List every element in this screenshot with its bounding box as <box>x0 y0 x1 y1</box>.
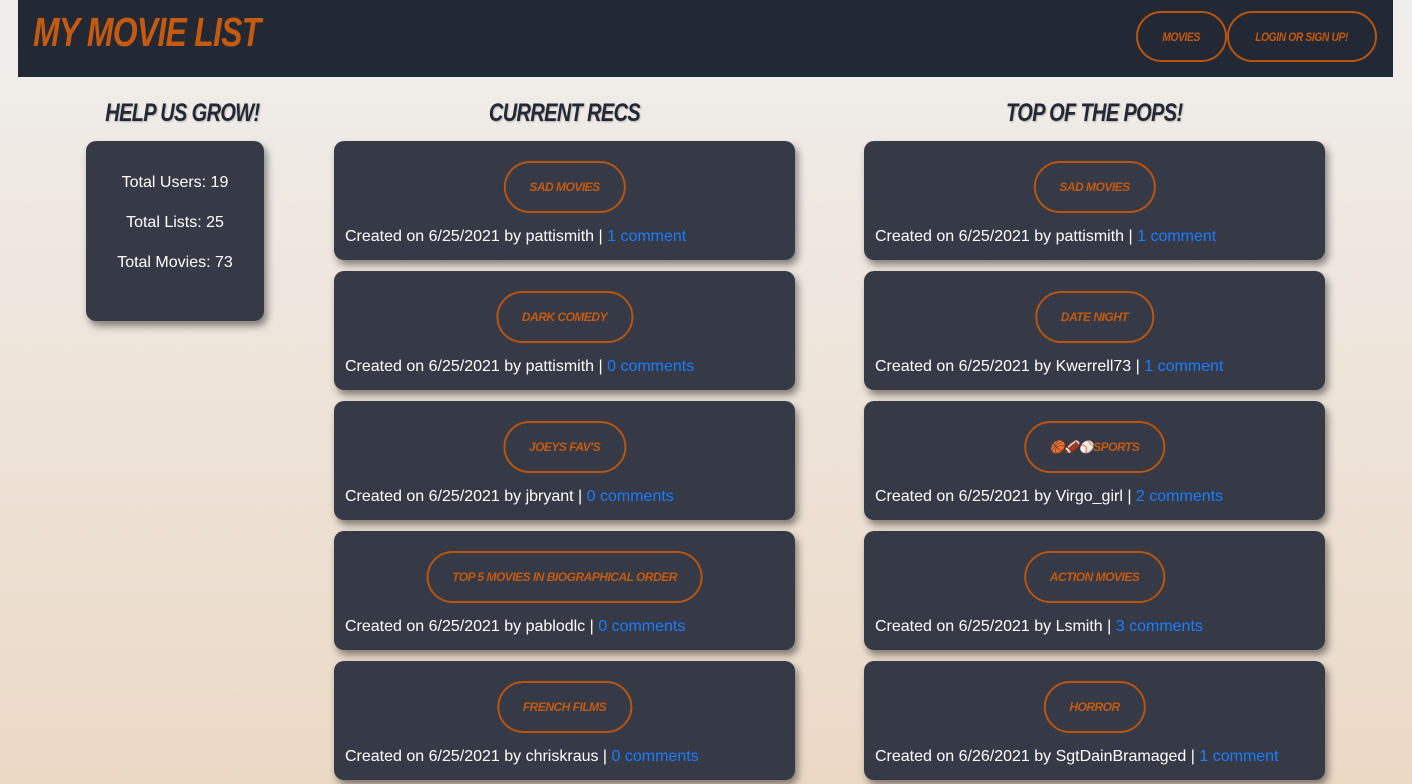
comments-link[interactable]: 1 comment <box>1137 228 1216 245</box>
list-meta: Created on 6/25/2021 by chriskraus | 0 c… <box>345 747 699 767</box>
list-title-label: Sad Movies <box>1059 180 1130 194</box>
total-users-stat: Total Users: 19 <box>121 174 229 191</box>
list-card: French Films Created on 6/25/2021 by chr… <box>334 661 795 780</box>
list-card: Action Movies Created on 6/25/2021 by Ls… <box>864 531 1325 650</box>
comments-link[interactable]: 0 comments <box>598 618 685 635</box>
brand-title[interactable]: My Movie List <box>33 6 261 58</box>
list-meta: Created on 6/26/2021 by SgtDainBramaged … <box>875 747 1279 767</box>
list-card: Sad Movies Created on 6/25/2021 by patti… <box>864 141 1325 260</box>
list-card: Date Night Created on 6/25/2021 by Kwerr… <box>864 271 1325 390</box>
list-title-label: Top 5 movies in biographical order <box>452 570 677 584</box>
list-title-label: Action Movies <box>1049 570 1140 584</box>
list-title-label: 🏀🏈⚾Sports <box>1049 440 1140 454</box>
list-meta: Created on 6/25/2021 by Lsmith | 3 comme… <box>875 617 1203 637</box>
list-meta-text: Created on 6/25/2021 by jbryant | <box>345 488 587 505</box>
stats-card: Total Users: 19 Total Lists: 25 Total Mo… <box>86 141 264 321</box>
list-meta-text: Created on 6/25/2021 by Lsmith | <box>875 618 1116 635</box>
comments-link[interactable]: 1 comment <box>1199 748 1278 765</box>
list-title-button[interactable]: 🏀🏈⚾Sports <box>1023 421 1166 473</box>
list-card: Joeys Fav's Created on 6/25/2021 by jbry… <box>334 401 795 520</box>
login-signup-nav-label: Login or Sign Up! <box>1255 29 1349 44</box>
list-title-label: Dark Comedy <box>521 310 608 324</box>
list-title-button[interactable]: French Films <box>496 681 633 733</box>
movies-nav-button[interactable]: Movies <box>1136 11 1227 62</box>
comments-link[interactable]: 3 comments <box>1116 618 1203 635</box>
top-of-the-pops-heading: Top of the Pops! <box>864 96 1325 130</box>
navbar: My Movie List Movies Login or Sign Up! <box>18 0 1393 77</box>
list-meta: Created on 6/25/2021 by Kwerrell73 | 1 c… <box>875 357 1223 377</box>
list-meta-text: Created on 6/25/2021 by Virgo_girl | <box>875 488 1136 505</box>
list-title-button[interactable]: Sad Movies <box>1033 161 1156 213</box>
list-title-button[interactable]: Horror <box>1043 681 1146 733</box>
list-title-button[interactable]: Action Movies <box>1023 551 1166 603</box>
list-title-label: Sad Movies <box>529 180 600 194</box>
list-card: Dark Comedy Created on 6/25/2021 by patt… <box>334 271 795 390</box>
list-meta: Created on 6/25/2021 by pablodlc | 0 com… <box>345 617 685 637</box>
list-card: 🏀🏈⚾Sports Created on 6/25/2021 by Virgo_… <box>864 401 1325 520</box>
top-of-the-pops-heading-text: Top of the Pops! <box>1006 99 1183 127</box>
list-meta-text: Created on 6/25/2021 by chriskraus | <box>345 748 612 765</box>
help-us-grow-heading: Help Us Grow! <box>86 96 264 130</box>
list-title-label: Horror <box>1069 700 1120 714</box>
login-signup-nav-button[interactable]: Login or Sign Up! <box>1227 11 1377 62</box>
top-pops-list: Sad Movies Created on 6/25/2021 by patti… <box>864 141 1325 784</box>
current-recs-list: Sad Movies Created on 6/25/2021 by patti… <box>334 141 795 784</box>
list-meta-text: Created on 6/25/2021 by pattismith | <box>345 228 608 245</box>
help-us-grow-heading-text: Help Us Grow! <box>105 99 260 127</box>
total-lists-stat: Total Lists: 25 <box>126 214 224 231</box>
list-meta-text: Created on 6/25/2021 by pattismith | <box>345 358 608 375</box>
list-title-button[interactable]: Joeys Fav's <box>502 421 627 473</box>
list-meta: Created on 6/25/2021 by pattismith | 1 c… <box>345 227 686 247</box>
total-movies-stat: Total Movies: 73 <box>117 254 233 271</box>
comments-link[interactable]: 2 comments <box>1136 488 1223 505</box>
comments-link[interactable]: 0 comments <box>587 488 674 505</box>
current-recs-heading: Current Recs <box>334 96 795 130</box>
comments-link[interactable]: 1 comment <box>607 228 686 245</box>
list-title-button[interactable]: Top 5 movies in biographical order <box>426 551 703 603</box>
list-title-label: Joeys Fav's <box>528 440 601 454</box>
list-title-button[interactable]: Dark Comedy <box>495 291 634 343</box>
comments-link[interactable]: 0 comments <box>612 748 699 765</box>
list-meta-text: Created on 6/25/2021 by Kwerrell73 | <box>875 358 1145 375</box>
list-meta: Created on 6/25/2021 by Virgo_girl | 2 c… <box>875 487 1223 507</box>
list-title-button[interactable]: Date Night <box>1034 291 1155 343</box>
list-meta: Created on 6/25/2021 by jbryant | 0 comm… <box>345 487 674 507</box>
list-meta: Created on 6/25/2021 by pattismith | 1 c… <box>875 227 1216 247</box>
list-card: Top 5 movies in biographical order Creat… <box>334 531 795 650</box>
comments-link[interactable]: 0 comments <box>607 358 694 375</box>
list-title-label: Date Night <box>1060 310 1129 324</box>
list-title-button[interactable]: Sad Movies <box>503 161 626 213</box>
list-card: Sad Movies Created on 6/25/2021 by patti… <box>334 141 795 260</box>
current-recs-heading-text: Current Recs <box>488 99 641 127</box>
list-meta-text: Created on 6/25/2021 by pablodlc | <box>345 618 599 635</box>
list-card: Horror Created on 6/26/2021 by SgtDainBr… <box>864 661 1325 780</box>
list-meta: Created on 6/25/2021 by pattismith | 0 c… <box>345 357 694 377</box>
list-title-label: French Films <box>522 700 607 714</box>
list-meta-text: Created on 6/25/2021 by pattismith | <box>875 228 1138 245</box>
movies-nav-label: Movies <box>1162 29 1201 44</box>
list-meta-text: Created on 6/26/2021 by SgtDainBramaged … <box>875 748 1200 765</box>
comments-link[interactable]: 1 comment <box>1144 358 1223 375</box>
